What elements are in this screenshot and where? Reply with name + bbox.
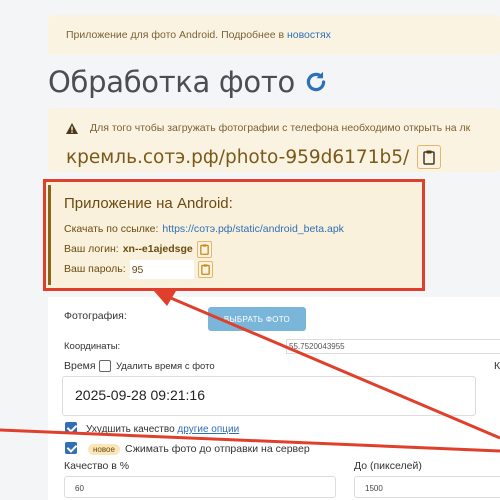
right-cut-label: К (494, 360, 500, 372)
size-input[interactable]: 1500 (354, 476, 500, 498)
page-title-row: Обработка фото (48, 65, 329, 99)
warning-text: Для того чтобы загружать фотографии с те… (90, 122, 471, 134)
photo-url: кремль.сотэ.рф/photo-959d6171b5/ (66, 146, 410, 168)
refresh-icon[interactable] (303, 69, 329, 95)
copy-url-button[interactable] (417, 145, 442, 169)
download-apk-link[interactable]: https://сотэ.рф/static/android_beta.apk (162, 223, 344, 235)
improve-quality-checkbox[interactable] (65, 422, 77, 434)
quality-input[interactable]: 60 (64, 476, 336, 498)
info-bar-text: Приложение для фото Android. Подробнее в (66, 29, 287, 41)
size-label: До (пикселей) (354, 460, 422, 472)
info-bar: Приложение для фото Android. Подробнее в… (48, 15, 500, 55)
compress-checkbox[interactable] (65, 442, 77, 454)
password-label: Ваш пароль: (64, 263, 126, 275)
photo-url-row: кремль.сотэ.рф/photo-959d6171b5/ (66, 145, 442, 169)
warning-line: Для того чтобы загружать фотографии с те… (66, 122, 470, 134)
download-label: Скачать по ссылке: (64, 223, 159, 235)
password-row: Ваш пароль: 95 (64, 259, 344, 279)
improve-quality-text: Ухудшить качество (86, 424, 175, 435)
choose-photo-button[interactable]: ВЫБРАТЬ ФОТО (208, 307, 306, 331)
login-row: Ваш логин: xn--e1ajedsge (64, 239, 344, 259)
remove-time-label: Удалить время с фото (116, 361, 215, 372)
coords-label: Координаты: (64, 341, 121, 352)
other-options-link[interactable]: другие опции (177, 424, 239, 435)
login-value: xn--e1ajedsge (122, 243, 193, 255)
android-app-content: Приложение на Android: Скачать по ссылке… (48, 185, 344, 285)
clipboard-icon (423, 150, 435, 165)
improve-quality-label: Ухудшить качество другие опции (86, 424, 239, 435)
compress-label: Сжимать фото до отправки на сервер (125, 443, 310, 455)
new-badge: новое (88, 444, 120, 455)
news-link[interactable]: новостях (287, 29, 331, 41)
copy-password-button[interactable] (197, 260, 213, 278)
photo-form: Фотография: ВЫБРАТЬ ФОТО Координаты: 55.… (48, 297, 500, 500)
clipboard-icon (199, 243, 209, 255)
time-input[interactable]: 2025-09-28 09:21:16 (62, 376, 476, 416)
copy-login-button[interactable] (196, 240, 212, 258)
clipboard-icon (200, 263, 210, 275)
android-app-box: Приложение на Android: Скачать по ссылке… (43, 179, 425, 291)
time-label: Время (64, 360, 96, 372)
login-label: Ваш логин: (64, 243, 119, 255)
android-title: Приложение на Android: (64, 195, 233, 212)
download-row: Скачать по ссылке: https://сотэ.рф/stati… (64, 219, 344, 239)
coords-input[interactable]: 55.7520043955 (286, 339, 500, 354)
photo-label: Фотография: (64, 310, 127, 322)
warning-icon (66, 122, 78, 134)
remove-time-checkbox[interactable] (99, 360, 111, 372)
quality-label: Качество в % (64, 460, 130, 472)
warning-box: Для того чтобы загружать фотографии с те… (48, 108, 500, 172)
page-title: Обработка фото (48, 65, 295, 99)
password-value: 95 (129, 259, 194, 279)
